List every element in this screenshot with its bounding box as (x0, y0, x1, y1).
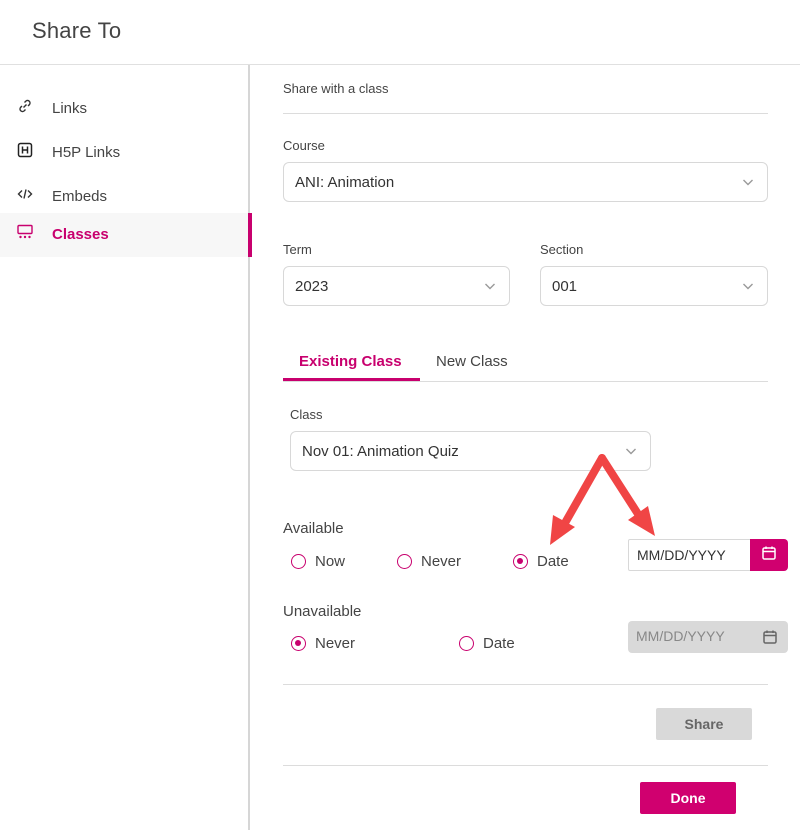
arrow-to-date-input (598, 454, 655, 536)
annotation-arrows (550, 454, 655, 545)
arrow-to-date-radio (550, 454, 606, 545)
